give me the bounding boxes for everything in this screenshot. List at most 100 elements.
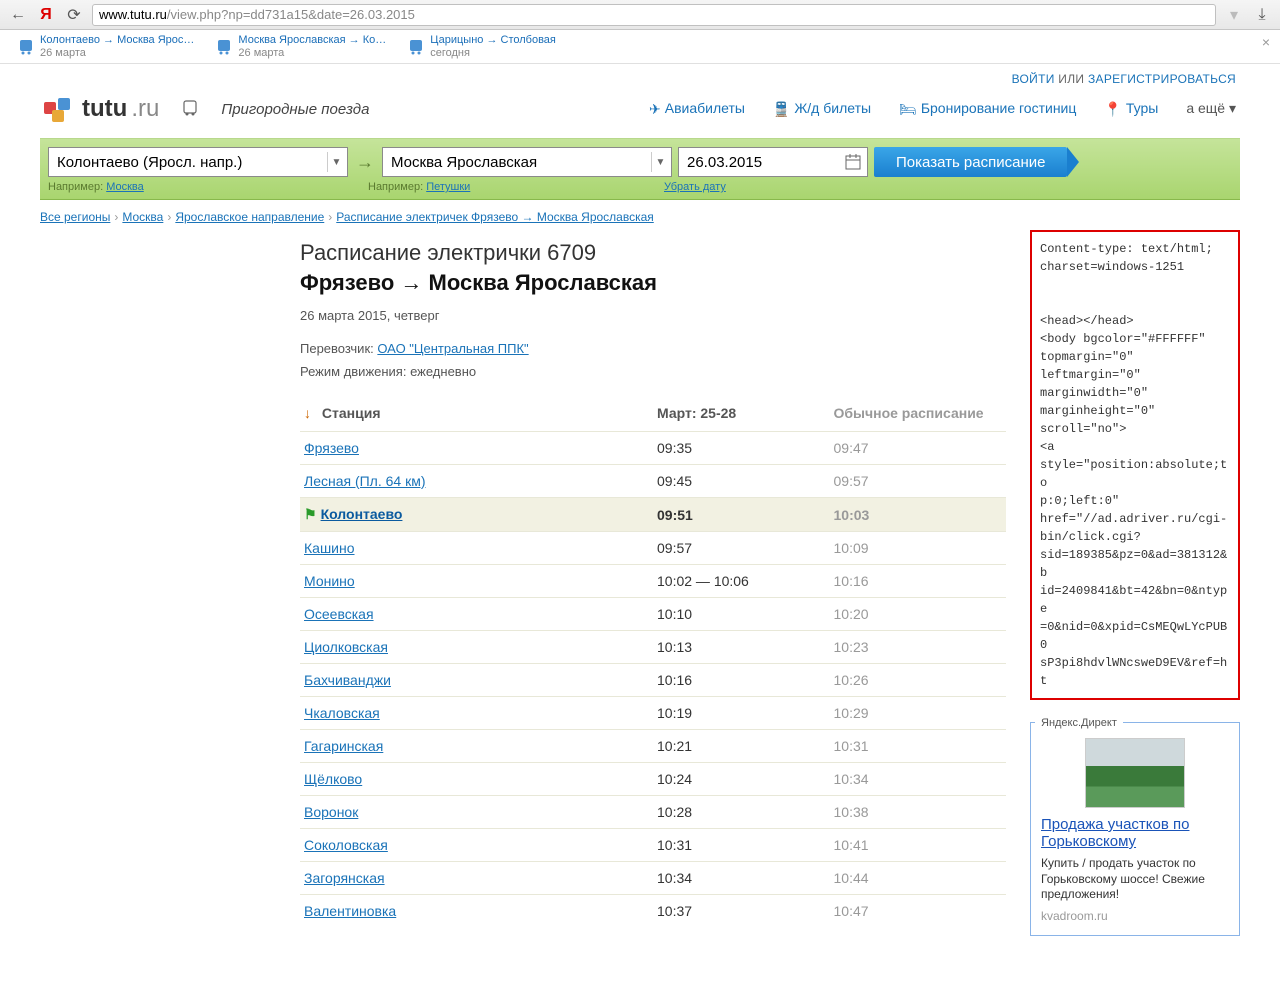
station-link[interactable]: Кашино bbox=[304, 540, 355, 556]
time-actual: 09:45 bbox=[653, 465, 830, 498]
sort-arrow-icon[interactable]: ↓ bbox=[304, 405, 318, 421]
nav-hotel[interactable]: 🛏Бронирование гостиниц bbox=[899, 100, 1076, 118]
example-to-link[interactable]: Петушки bbox=[426, 181, 470, 193]
address-bar[interactable]: www.tutu.ru/view.php?np=dd731a15&date=26… bbox=[92, 4, 1216, 26]
from-combo[interactable]: ▼ bbox=[48, 147, 348, 177]
station-link[interactable]: Осеевская bbox=[304, 606, 374, 622]
to-input[interactable] bbox=[383, 148, 671, 176]
table-row: Валентиновка10:3710:47 bbox=[300, 895, 1006, 928]
station-link[interactable]: Загорянская bbox=[304, 870, 385, 886]
station-link[interactable]: Гагаринская bbox=[304, 738, 383, 754]
plane-icon: ✈ bbox=[649, 101, 661, 118]
ad-image[interactable] bbox=[1085, 738, 1185, 808]
station-link[interactable]: Фрязево bbox=[304, 440, 359, 456]
time-actual: 09:57 bbox=[653, 532, 830, 565]
table-row: Соколовская 10:3110:41 bbox=[300, 829, 1006, 862]
nav-more[interactable]: а ещё ▾ bbox=[1186, 100, 1236, 117]
station-link[interactable]: Валентиновка bbox=[304, 903, 396, 919]
register-link[interactable]: ЗАРЕГИСТРИРОВАТЬСЯ bbox=[1088, 72, 1236, 86]
favorite-tab[interactable]: Москва Ярославская → Ко…26 марта bbox=[210, 32, 392, 60]
nav-avia[interactable]: ✈Авиабилеты bbox=[649, 100, 745, 118]
calendar-icon[interactable] bbox=[845, 154, 861, 173]
tab-title: Царицыно → Столбовая bbox=[430, 34, 556, 46]
station-link[interactable]: Циолковская bbox=[304, 639, 388, 655]
table-row: Воронок10:2810:38 bbox=[300, 796, 1006, 829]
main-content: Расписание электрички 6709 Фрязево → Мос… bbox=[40, 230, 1006, 936]
date-input[interactable] bbox=[679, 148, 867, 176]
close-icon[interactable]: × bbox=[1262, 34, 1270, 50]
yandex-button[interactable]: Я bbox=[36, 5, 56, 25]
time-actual: 10:37 bbox=[653, 895, 830, 928]
table-row: Гагаринская10:2110:31 bbox=[300, 730, 1006, 763]
breadcrumb-link[interactable]: Все регионы bbox=[40, 210, 110, 224]
chevron-down-icon[interactable]: ▼ bbox=[651, 152, 669, 172]
login-link[interactable]: ВОЙТИ bbox=[1012, 72, 1055, 86]
station-link[interactable]: Щёлково bbox=[304, 771, 362, 787]
time-actual: 10:24 bbox=[653, 763, 830, 796]
time-usual: 10:34 bbox=[830, 763, 1007, 796]
favorite-tab[interactable]: Колонтаево → Москва Ярос…26 марта bbox=[12, 32, 200, 60]
download-icon[interactable]: ⤓ bbox=[1252, 5, 1272, 25]
to-combo[interactable]: ▼ bbox=[382, 147, 672, 177]
show-schedule-button[interactable]: Показать расписание bbox=[874, 147, 1067, 177]
station-link[interactable]: Лесная (Пл. 64 км) bbox=[304, 473, 426, 489]
table-row: Монино10:02 — 10:0610:16 bbox=[300, 565, 1006, 598]
table-row: Загорянская10:3410:44 bbox=[300, 862, 1006, 895]
ad-title-link[interactable]: Продажа участков по Горьковскому bbox=[1041, 816, 1189, 850]
breadcrumb-link[interactable]: Ярославское направление bbox=[175, 210, 324, 224]
station-link[interactable]: Бахчиванджи bbox=[304, 672, 391, 688]
from-input[interactable] bbox=[49, 148, 347, 176]
train-icon bbox=[181, 99, 199, 120]
rail-icon: 🚆 bbox=[773, 101, 790, 118]
station-link[interactable]: Колонтаево bbox=[321, 506, 403, 522]
tab-subtitle: сегодня bbox=[430, 47, 556, 59]
breadcrumb-link[interactable]: Москва bbox=[122, 210, 163, 224]
time-actual: 10:28 bbox=[653, 796, 830, 829]
station-link[interactable]: Воронок bbox=[304, 804, 358, 820]
raw-html-box: Content-type: text/html; charset=windows… bbox=[1030, 230, 1240, 700]
time-usual: 10:41 bbox=[830, 829, 1007, 862]
date-field[interactable] bbox=[678, 147, 868, 177]
site-header: tutu.ru Пригородные поезда ✈Авиабилеты 🚆… bbox=[40, 90, 1240, 138]
table-row: Циолковская10:1310:23 bbox=[300, 631, 1006, 664]
url-host: www.tutu.ru bbox=[99, 7, 167, 22]
time-usual: 09:57 bbox=[830, 465, 1007, 498]
favorite-tab[interactable]: Царицыно → Столбоваясегодня bbox=[402, 32, 582, 60]
table-row: Чкаловская10:1910:29 bbox=[300, 697, 1006, 730]
nav-rail[interactable]: 🚆Ж/д билеты bbox=[773, 100, 871, 118]
route-heading: Фрязево → Москва Ярославская bbox=[300, 270, 1006, 296]
time-usual: 10:20 bbox=[830, 598, 1007, 631]
station-link[interactable]: Монино bbox=[304, 573, 355, 589]
chevron-down-icon[interactable]: ▼ bbox=[327, 152, 345, 172]
page-title: Расписание электрички 6709 bbox=[300, 240, 1006, 266]
ad-label: Яндекс.Директ bbox=[1035, 715, 1123, 731]
table-row: ⚑Колонтаево09:5110:03 bbox=[300, 498, 1006, 532]
time-usual: 10:44 bbox=[830, 862, 1007, 895]
bookmark-icon[interactable]: ▾ bbox=[1224, 5, 1244, 25]
ad-domain: kvadroom.ru bbox=[1041, 909, 1229, 923]
logo[interactable]: tutu.ru bbox=[44, 94, 159, 124]
back-button[interactable]: ← bbox=[8, 5, 28, 25]
table-row: Щёлково 10:2410:34 bbox=[300, 763, 1006, 796]
table-row: Кашино 09:5710:09 bbox=[300, 532, 1006, 565]
tab-title: Москва Ярославская → Ко… bbox=[238, 34, 386, 46]
reload-button[interactable]: ⟳ bbox=[64, 5, 84, 25]
breadcrumb-link[interactable]: Расписание электричек Фрязево → Москва Я… bbox=[336, 210, 654, 224]
station-link[interactable]: Соколовская bbox=[304, 837, 388, 853]
time-actual: 10:02 — 10:06 bbox=[653, 565, 830, 598]
time-actual: 10:19 bbox=[653, 697, 830, 730]
time-actual: 09:51 bbox=[653, 498, 830, 532]
table-row: Лесная (Пл. 64 км) 09:4509:57 bbox=[300, 465, 1006, 498]
url-path: /view.php?np=dd731a15&date=26.03.2015 bbox=[167, 7, 415, 22]
tab-subtitle: 26 марта bbox=[238, 47, 386, 59]
tab-subtitle: 26 марта bbox=[40, 47, 194, 59]
time-actual: 10:31 bbox=[653, 829, 830, 862]
logo-icon bbox=[44, 94, 78, 124]
time-usual: 09:47 bbox=[830, 432, 1007, 465]
station-link[interactable]: Чкаловская bbox=[304, 705, 380, 721]
clear-date-link[interactable]: Убрать дату bbox=[664, 181, 726, 193]
example-from-link[interactable]: Москва bbox=[106, 181, 144, 193]
time-usual: 10:09 bbox=[830, 532, 1007, 565]
carrier-link[interactable]: ОАО "Центральная ППК" bbox=[377, 341, 528, 356]
nav-tours[interactable]: 📍Туры bbox=[1104, 100, 1158, 118]
